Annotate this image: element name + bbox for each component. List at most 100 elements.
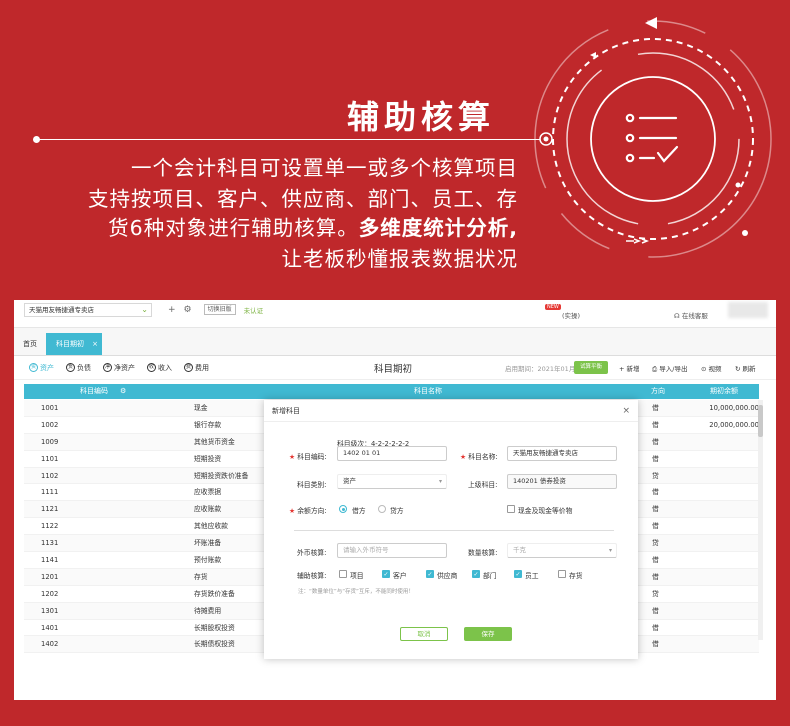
category-net-asset[interactable]: 净净资产: [98, 359, 140, 376]
account-name-cell: 其他货币资金: [194, 437, 235, 446]
name-label: ★ 科目名称:: [460, 451, 498, 461]
trial-balance-button[interactable]: 试算平衡: [574, 361, 608, 374]
auxiliary-checkbox[interactable]: ✓: [514, 570, 522, 578]
online-service-link[interactable]: ☊ 在线客服: [674, 310, 708, 320]
checklist-emblem-icon: [534, 17, 772, 258]
header-code[interactable]: 科目编码: [80, 384, 108, 399]
auxiliary-checkbox[interactable]: [558, 570, 566, 578]
auxiliary-label: 辅助核算:: [297, 572, 327, 580]
video-button[interactable]: ⊙ 视频: [701, 363, 722, 373]
category-liability[interactable]: 负负债: [61, 359, 96, 376]
account-code-cell: 1101: [41, 454, 59, 463]
auxiliary-option-label: 存货: [569, 572, 583, 580]
hero-text-line3-bold: 多维度统计分析,: [358, 216, 518, 240]
direction-label-text: 余额方向:: [297, 507, 327, 515]
account-name-cell: 待摊费用: [194, 606, 222, 615]
chevron-down-icon: ⌄: [141, 304, 148, 314]
tab-account-opening-label: 科目期初: [56, 340, 84, 348]
auxiliary-checkbox[interactable]: ✓: [426, 570, 434, 578]
category-asset-label: 资产: [40, 363, 54, 372]
save-button[interactable]: 保存: [464, 627, 512, 641]
gear-icon[interactable]: ⚙: [184, 305, 192, 315]
refresh-button[interactable]: ↻ 刷新: [735, 363, 756, 373]
account-name-cell: 长期股权投资: [194, 623, 235, 632]
certification-status[interactable]: 未认证: [244, 305, 264, 315]
auxiliary-checkbox[interactable]: ✓: [382, 570, 390, 578]
auxiliary-checkbox[interactable]: ✓: [472, 570, 480, 578]
tab-home[interactable]: 首页: [14, 333, 46, 355]
account-name-cell: 坏账准备: [194, 539, 222, 548]
exclusion-note: 注：“数量单位”与“存货”互斥，不能同时使用！: [298, 589, 414, 595]
type-select[interactable]: 资产 ▾: [337, 474, 447, 489]
add-button[interactable]: + 新增: [619, 363, 640, 373]
chevron-down-icon: ▾: [608, 547, 612, 554]
tab-bar: 首页 科目期初 ×: [14, 328, 776, 356]
code-label-text: 科目编码:: [297, 453, 327, 461]
direction-cell: 借: [652, 522, 659, 531]
online-service-label: 在线客服: [681, 312, 708, 320]
direction-cell: 借: [652, 454, 659, 463]
account-code-cell: 1111: [41, 488, 59, 497]
foreign-currency-input[interactable]: 请输入外币符号: [337, 543, 447, 558]
play-icon: ⊙: [701, 365, 709, 373]
hero-text-line2: 支持按项目、客户、供应商、部门、员工、存: [88, 187, 518, 211]
account-code-cell: 1001: [41, 404, 59, 412]
app-window: 天猫用友畅捷通专卖店 ⌄ + ⚙ 切换旧版 未认证 NEW (实操) ☊ 在线客…: [14, 300, 776, 700]
code-label: ★ 科目编码:: [289, 451, 327, 461]
direction-cell: 借: [652, 640, 659, 649]
direction-cell: 借: [652, 437, 659, 446]
type-value: 资产: [343, 477, 356, 485]
auxiliary-option-label: 项目: [350, 572, 364, 580]
settings-icon[interactable]: ⚙: [120, 384, 126, 399]
asset-icon: 资: [29, 363, 38, 372]
account-name-cell: 现金: [194, 404, 208, 412]
org-selector[interactable]: 天猫用友畅捷通专卖店 ⌄: [24, 302, 152, 317]
scrollbar-thumb[interactable]: [758, 405, 763, 437]
code-input[interactable]: 1402 01 01: [337, 446, 447, 461]
account-name-cell: 长期债权投资: [194, 640, 235, 649]
quantity-label: 数量核算:: [468, 549, 498, 557]
table-header: 科目编码 ⚙ 科目名称 方向 期初余额: [24, 384, 759, 399]
account-name-cell: 短期投资: [194, 454, 222, 463]
opening-balance-cell: 10,000,000.00: [709, 404, 759, 412]
direction-cell: 贷: [652, 471, 659, 480]
header-amount: 期初余额: [710, 387, 738, 395]
close-icon[interactable]: ×: [92, 333, 98, 355]
category-liability-label: 负债: [77, 363, 91, 372]
name-input[interactable]: 天猫用友畅捷通专卖店: [507, 446, 617, 461]
close-icon[interactable]: ×: [622, 400, 630, 422]
avatar[interactable]: [728, 302, 768, 318]
divider: [294, 530, 614, 531]
category-income[interactable]: 收收入: [142, 359, 177, 376]
account-name-cell: 存货跌价准备: [194, 589, 235, 598]
table-scrollbar[interactable]: [758, 400, 763, 640]
cancel-button[interactable]: 取消: [400, 627, 448, 641]
category-expense-label: 费用: [195, 363, 209, 372]
debit-radio[interactable]: [339, 505, 347, 513]
direction-cell: 借: [652, 623, 659, 632]
import-export-button[interactable]: ⎙ 导入/导出: [652, 363, 687, 374]
category-asset[interactable]: 资资产: [24, 359, 59, 376]
category-income-label: 收入: [158, 363, 172, 372]
hero-text-line1: 一个会计科目可设置单一或多个核算项目: [131, 156, 518, 180]
direction-cell: 贷: [652, 539, 659, 548]
account-code-cell: 1402: [41, 640, 59, 649]
category-expense[interactable]: 费费用: [179, 359, 214, 376]
foreign-currency-label: 外币核算:: [297, 549, 327, 557]
user-name[interactable]: (实操): [562, 310, 580, 320]
parent-account-field[interactable]: 140201 债券投资: [507, 474, 617, 489]
direction-cell: 借: [652, 556, 659, 565]
account-code-cell: 1301: [41, 606, 59, 615]
type-label: 科目类别:: [297, 481, 327, 489]
period-label: 启用期间：2021年01月: [505, 365, 576, 373]
plus-icon[interactable]: +: [168, 305, 176, 315]
toolbar: 资资产 负负债 净净资产 收收入 费费用 科目期初 启用期间：2021年01月 …: [14, 356, 776, 380]
tab-account-opening[interactable]: 科目期初 ×: [46, 333, 102, 355]
quantity-unit-select[interactable]: 千克 ▾: [507, 543, 617, 558]
refresh-label: 刷新: [742, 365, 756, 373]
cash-equivalent-checkbox[interactable]: [507, 505, 515, 513]
auxiliary-checkbox[interactable]: [339, 570, 347, 578]
page-title: 科目期初: [374, 364, 413, 375]
credit-radio[interactable]: [378, 505, 386, 513]
switch-old-version-button[interactable]: 切换旧版: [203, 304, 236, 315]
